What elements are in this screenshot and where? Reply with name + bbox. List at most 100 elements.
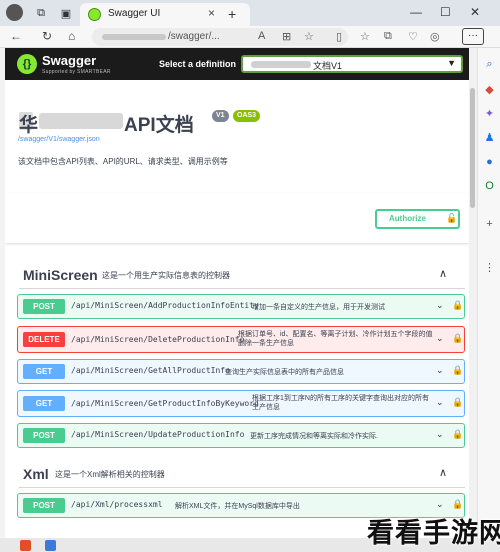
tag-divider [19,487,465,488]
profile-avatar[interactable] [6,4,23,21]
operation-row[interactable]: GET /api/MiniScreen/GetProductInfoByKeyw… [17,390,465,417]
back-icon[interactable]: ← [10,29,22,43]
collapse-chevron-icon[interactable]: ∧ [439,267,447,280]
operation-path: /api/MiniScreen/UpdateProductionInfo [71,430,245,439]
title-main: API文档 [124,115,194,136]
lock-icon[interactable]: 🔒 [452,397,463,408]
tag-title[interactable]: MiniScreen [23,267,98,283]
lock-icon[interactable]: 🔒 [452,300,463,311]
lock-icon[interactable]: 🔒 [452,333,463,344]
swagger-topbar: {} Swagger Supported by SMARTBEAR Select… [5,48,469,80]
url-redacted [102,34,166,40]
tab-close-icon[interactable]: × [208,6,215,20]
html5-app-icon[interactable] [20,540,31,551]
api-description: 该文档中包含API列表、API的URL、请求类型、调用示例等 [18,157,228,166]
operation-path: /api/MiniScreen/GetProductInfoByKeyword [71,399,259,408]
refresh-icon[interactable]: ↻ [42,29,52,43]
url-text: /swagger/... [168,31,220,42]
title-prefix: 华 [19,115,39,136]
tab-title: Swagger UI [108,8,161,19]
settings-more-button[interactable]: ··· [462,28,484,45]
method-badge: GET [23,396,65,411]
minimize-button[interactable]: — [410,5,422,19]
home-icon[interactable]: ⌂ [68,29,75,43]
tag-divider [19,288,465,289]
scrollbar-thumb[interactable] [470,88,475,208]
unlock-icon: 🔓 [446,213,458,223]
authorize-label: Authorize [389,214,426,223]
authorize-button[interactable]: Authorize 🔓 [375,209,460,229]
operation-summary: 增加一条自定义的生产信息，用于开发测试 [252,304,385,311]
lock-icon[interactable]: 🔒 [452,365,463,376]
shopping-icon[interactable]: ◆ [483,84,496,97]
lock-icon[interactable]: 🔒 [452,429,463,440]
office-icon[interactable]: ● [483,156,496,169]
operation-row[interactable]: GET /api/MiniScreen/GetAllProductInfo 查询… [17,359,465,384]
tag-title[interactable]: Xml [23,466,49,482]
chevron-down-icon[interactable]: ⌄ [436,333,444,344]
operation-path: /api/MiniScreen/AddProductionInfoEntity [71,301,259,310]
definition-value: 文档V1 [313,61,343,71]
definition-redacted [251,61,311,68]
chevron-down-icon: ▼ [447,58,456,68]
swagger-logo-text: Swagger [42,53,97,68]
operation-row[interactable]: DELETE /api/MiniScreen/DeleteProductionI… [17,326,465,353]
operation-path: /api/MiniScreen/DeleteProductionInfo [71,335,245,344]
definition-label: Select a definition [159,59,237,69]
sidebar-add-icon[interactable]: + [483,218,496,231]
browser-tab-bar: ⧉ ▣ Swagger UI × + — ☐ ✕ [0,0,500,26]
favorites-icon[interactable]: ☆ [360,30,370,43]
tag-description: 这是一个Xml解析相关的控制器 [55,470,165,479]
search-icon[interactable]: ⌕ [483,58,496,71]
operation-path: /api/Xml/processxml [71,500,163,509]
chevron-down-icon[interactable]: ⌄ [436,429,444,440]
collapse-chevron-icon[interactable]: ∧ [439,466,447,479]
browser-sidebar: ⌕ ◆ ✦ ♟ ● O + ⋮ [477,48,500,538]
operation-summary: 解析XML文件，并在MySql数据库中导出 [175,503,300,510]
tag-description: 这是一个用生产实际信息表的控制器 [102,271,230,280]
close-window-button[interactable]: ✕ [470,5,480,19]
page-scrollbar[interactable] [469,48,477,538]
outlook-icon[interactable]: O [483,180,496,193]
tab-swagger-ui[interactable]: Swagger UI × [80,3,250,26]
chevron-down-icon[interactable]: ⌄ [436,365,444,376]
method-badge: GET [23,364,65,379]
browser-toolbar: ← ↻ ⌂ /swagger/... A ⊞ ☆ ▯ ☆ ⧉ ♡ ◎ ··· [0,26,500,48]
chevron-down-icon[interactable]: ⌄ [436,300,444,311]
spec-url-link[interactable]: /swagger/V1/swagger.json [18,136,100,143]
browser-essentials-icon[interactable]: ◎ [430,30,440,43]
operation-path: /api/MiniScreen/GetAllProductInfo [71,366,230,375]
operation-row[interactable]: POST /api/MiniScreen/AddProductionInfoEn… [17,294,465,319]
definition-select[interactable]: 文档V1 ▼ [241,55,463,73]
lock-icon[interactable]: 🔒 [452,499,463,510]
swagger-logo-icon: {} [17,54,37,74]
swagger-page: {} Swagger Supported by SMARTBEAR Select… [5,48,469,538]
extension-icon[interactable]: ⊞ [282,30,291,43]
read-aloud-icon[interactable]: A [258,30,265,42]
method-badge: DELETE [23,332,65,347]
operation-summary: 根据订单号、id、配置名、等离子计划、冷作计划五个字段的值删除一条生产信息 [238,331,433,347]
maximize-button[interactable]: ☐ [440,5,451,19]
favorite-star-icon[interactable]: ☆ [304,30,314,43]
watermark-logo: 看看手游网 [367,518,500,548]
tab-actions-icon[interactable]: ▣ [58,5,74,21]
collections-icon[interactable]: ⧉ [384,30,392,43]
tools-icon[interactable]: ✦ [483,108,496,121]
new-tab-button[interactable]: + [228,6,236,22]
sidebar-settings-icon[interactable]: ⋮ [483,262,496,275]
chevron-down-icon[interactable]: ⌄ [436,499,444,510]
games-icon[interactable]: ♟ [483,132,496,145]
performance-icon[interactable]: ♡ [408,30,418,43]
chevron-down-icon[interactable]: ⌄ [436,397,444,408]
operation-summary: 根据工序1到工序N的所有工序的关键字查询出对应的所有生产信息 [252,395,429,411]
operation-row[interactable]: POST /api/MiniScreen/UpdateProductionInf… [17,423,465,448]
swagger-logo-subtitle: Supported by SMARTBEAR [42,69,111,75]
operation-summary: 查询生产实际信息表中的所有产品信息 [225,369,344,376]
method-badge: POST [23,498,65,513]
split-screen-icon[interactable]: ▯ [336,30,342,43]
method-badge: POST [23,428,65,443]
workspaces-icon[interactable]: ⧉ [33,5,49,21]
swagger-favicon-icon [88,8,101,21]
oas-badge: OAS3 [233,110,261,122]
app-icon[interactable] [45,540,56,551]
